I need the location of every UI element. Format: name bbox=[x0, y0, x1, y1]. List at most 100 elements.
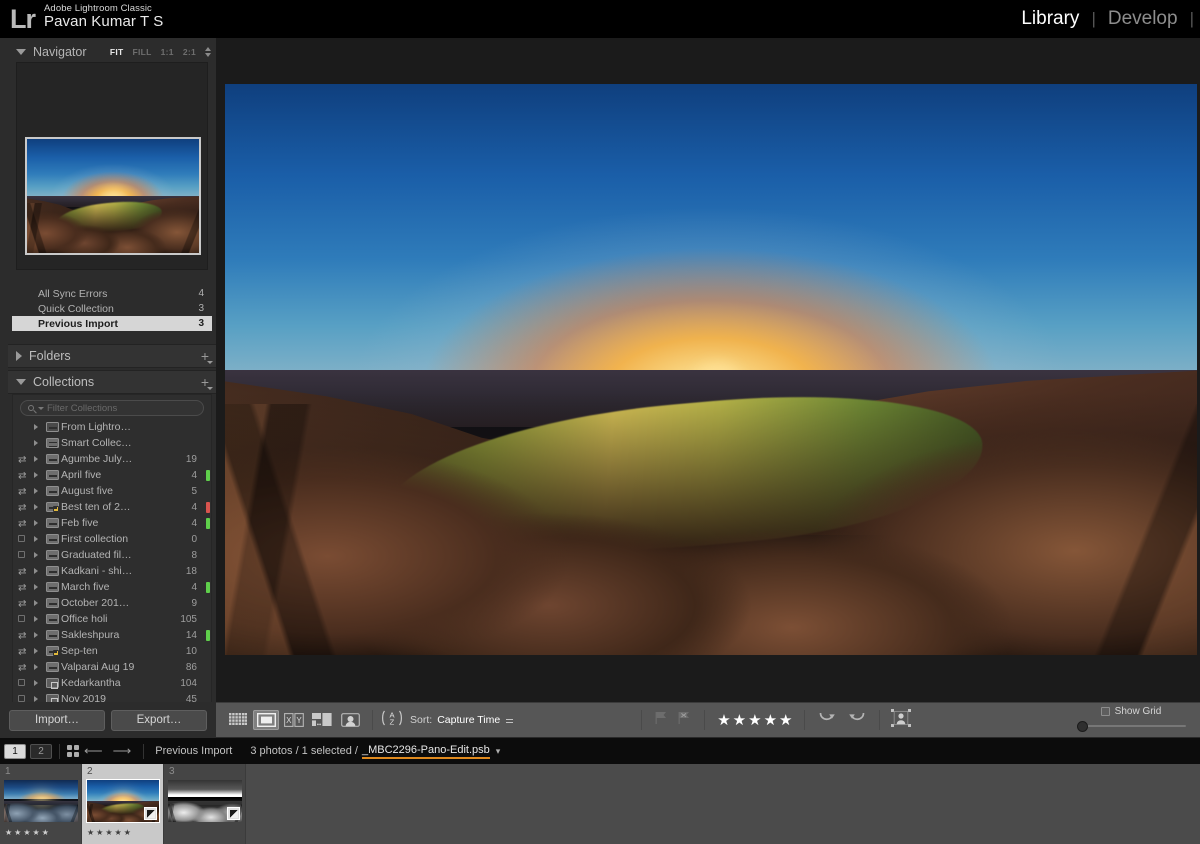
thumbnail-size-slider[interactable] bbox=[1072, 721, 1190, 732]
catalog-row-all-sync-errors[interactable]: All Sync Errors 4 bbox=[12, 286, 212, 301]
collections-header[interactable]: Collections + bbox=[8, 370, 216, 394]
collection-disclosure-icon[interactable] bbox=[29, 680, 43, 686]
collection-row[interactable]: Office holi 105 bbox=[13, 611, 211, 627]
module-library[interactable]: Library bbox=[1009, 8, 1091, 30]
filter-collections-input[interactable]: Filter Collections bbox=[20, 400, 204, 416]
arrow-right-icon[interactable]: ⟶ bbox=[113, 743, 132, 759]
compare-view-icon[interactable]: X Y bbox=[281, 710, 307, 730]
flag-reject-icon[interactable] bbox=[678, 711, 691, 730]
collection-disclosure-icon[interactable] bbox=[29, 488, 43, 494]
sync-arrows-icon[interactable]: ⇅ bbox=[13, 582, 29, 592]
navigator-preview-box[interactable] bbox=[16, 62, 208, 270]
sync-arrows-icon[interactable]: ⇅ bbox=[13, 454, 29, 464]
collection-disclosure-icon[interactable] bbox=[29, 552, 43, 558]
survey-view-icon[interactable] bbox=[309, 710, 335, 730]
filmstrip-thumbnail[interactable]: 1 ★★★★★ bbox=[0, 764, 82, 844]
develop-adjustment-badge-icon[interactable] bbox=[144, 807, 157, 820]
sync-arrows-icon[interactable]: ⇅ bbox=[13, 486, 29, 496]
slider-knob[interactable] bbox=[1077, 721, 1088, 732]
sync-arrows-icon[interactable]: ⇅ bbox=[13, 518, 29, 528]
rotate-right-icon[interactable] bbox=[847, 710, 866, 731]
collection-disclosure-icon[interactable] bbox=[29, 632, 43, 638]
loupe-view-icon[interactable] bbox=[253, 710, 279, 730]
catalog-row-previous-import[interactable]: Previous Import 3 bbox=[12, 316, 212, 331]
collection-disclosure-icon[interactable] bbox=[29, 584, 43, 590]
folders-header[interactable]: Folders + bbox=[8, 344, 216, 368]
collection-row[interactable]: ⇅ Agumbe July… 19 bbox=[13, 451, 211, 467]
sync-arrows-icon[interactable]: ⇅ bbox=[13, 470, 29, 480]
folders-disclosure-icon[interactable] bbox=[16, 351, 22, 361]
sync-checkbox[interactable] bbox=[13, 550, 29, 560]
arrow-left-icon[interactable]: ⟵ bbox=[84, 743, 103, 759]
collection-row[interactable]: ⇅ October 201… 9 bbox=[13, 595, 211, 611]
zoom-stepper-icon[interactable] bbox=[205, 46, 212, 58]
zoom-fill[interactable]: FILL bbox=[132, 47, 151, 57]
rotate-left-icon[interactable] bbox=[818, 710, 837, 731]
catalog-row-quick-collection[interactable]: Quick Collection 3 bbox=[12, 301, 212, 316]
module-develop[interactable]: Develop bbox=[1096, 8, 1190, 30]
collection-disclosure-icon[interactable] bbox=[29, 456, 43, 462]
filmstrip-thumbnail[interactable]: 2 ★★★★★ bbox=[82, 764, 164, 844]
chevron-down-icon[interactable] bbox=[38, 406, 44, 410]
grid-view-icon[interactable] bbox=[225, 710, 251, 730]
import-button[interactable]: Import… bbox=[9, 709, 105, 731]
collection-row[interactable]: ⇅ August five 5 bbox=[13, 483, 211, 499]
chevron-down-icon[interactable]: ▾ bbox=[496, 746, 501, 757]
sync-arrows-icon[interactable]: ⇅ bbox=[13, 630, 29, 640]
sort-value[interactable]: Capture Time bbox=[437, 714, 500, 726]
add-folder-button[interactable]: + bbox=[201, 349, 214, 364]
people-view-icon[interactable] bbox=[337, 710, 363, 730]
navigator-disclosure-icon[interactable] bbox=[16, 48, 26, 55]
star-4[interactable]: ★ bbox=[764, 713, 777, 728]
filmstrip-photo[interactable] bbox=[168, 780, 242, 822]
collection-disclosure-icon[interactable] bbox=[29, 664, 43, 670]
collection-row[interactable]: Graduated fil… 8 bbox=[13, 547, 211, 563]
sync-arrows-icon[interactable]: ⇅ bbox=[13, 646, 29, 656]
collection-disclosure-icon[interactable] bbox=[29, 568, 43, 574]
collection-row[interactable]: ⇅ April five 4 bbox=[13, 467, 211, 483]
collection-row[interactable]: From Lightro… bbox=[13, 419, 211, 435]
collection-disclosure-icon[interactable] bbox=[29, 520, 43, 526]
collection-disclosure-icon[interactable] bbox=[29, 616, 43, 622]
collection-row[interactable]: ⇅ Kadkani - shi… 18 bbox=[13, 563, 211, 579]
zoom-2-1[interactable]: 2:1 bbox=[183, 47, 196, 57]
filmstrip-photo[interactable] bbox=[4, 780, 78, 822]
grid-toggle-icon[interactable] bbox=[67, 745, 79, 757]
sync-arrows-icon[interactable]: ⇅ bbox=[13, 662, 29, 672]
collection-row[interactable]: Kedarkantha 104 bbox=[13, 675, 211, 691]
filmstrip-photo[interactable] bbox=[86, 779, 160, 823]
sync-arrows-icon[interactable]: ⇅ bbox=[13, 566, 29, 576]
zoom-fit[interactable]: FIT bbox=[110, 47, 124, 57]
collection-disclosure-icon[interactable] bbox=[29, 424, 43, 430]
collection-row[interactable]: ⇅ March five 4 bbox=[13, 579, 211, 595]
filmstrip-thumbnail[interactable]: 3 bbox=[164, 764, 246, 844]
painter-spray-icon[interactable] bbox=[891, 708, 912, 732]
collection-disclosure-icon[interactable] bbox=[29, 536, 43, 542]
filmstrip-rating[interactable]: ★★★★★ bbox=[5, 828, 51, 837]
collection-row[interactable]: ⇅ Best ten of 2… 4 bbox=[13, 499, 211, 515]
star-1[interactable]: ★ bbox=[717, 713, 730, 728]
filmstrip-source-label[interactable]: Previous Import bbox=[155, 745, 232, 757]
collection-disclosure-icon[interactable] bbox=[29, 472, 43, 478]
flag-pick-icon[interactable] bbox=[655, 711, 668, 730]
loupe-image-view[interactable] bbox=[225, 84, 1197, 655]
collections-disclosure-icon[interactable] bbox=[16, 379, 26, 385]
sync-checkbox[interactable] bbox=[13, 614, 29, 624]
filmstrip-filename[interactable]: _MBC2296-Pano-Edit.psb bbox=[361, 744, 490, 759]
collections-list[interactable]: Filter Collections From Lightro… Smart Co… bbox=[12, 394, 212, 710]
collection-row[interactable]: ⇅ Valparai Aug 19 86 bbox=[13, 659, 211, 675]
collection-row[interactable]: First collection 0 bbox=[13, 531, 211, 547]
screen-1-button[interactable]: 1 bbox=[4, 743, 26, 759]
navigator-header[interactable]: Navigator FIT FILL 1:1 2:1 bbox=[8, 43, 216, 60]
sync-checkbox[interactable] bbox=[13, 678, 29, 688]
collection-row[interactable]: ⇅ Feb five 4 bbox=[13, 515, 211, 531]
rating-stars[interactable]: ★ ★ ★ ★ ★ bbox=[717, 713, 792, 728]
show-grid-checkbox[interactable] bbox=[1100, 707, 1110, 716]
export-button[interactable]: Export… bbox=[111, 709, 207, 731]
navigator-thumbnail[interactable] bbox=[25, 137, 201, 255]
collection-disclosure-icon[interactable] bbox=[29, 504, 43, 510]
star-2[interactable]: ★ bbox=[733, 713, 746, 728]
zoom-1-1[interactable]: 1:1 bbox=[161, 47, 174, 57]
sync-checkbox[interactable] bbox=[13, 534, 29, 544]
sync-arrows-icon[interactable]: ⇅ bbox=[13, 502, 29, 512]
